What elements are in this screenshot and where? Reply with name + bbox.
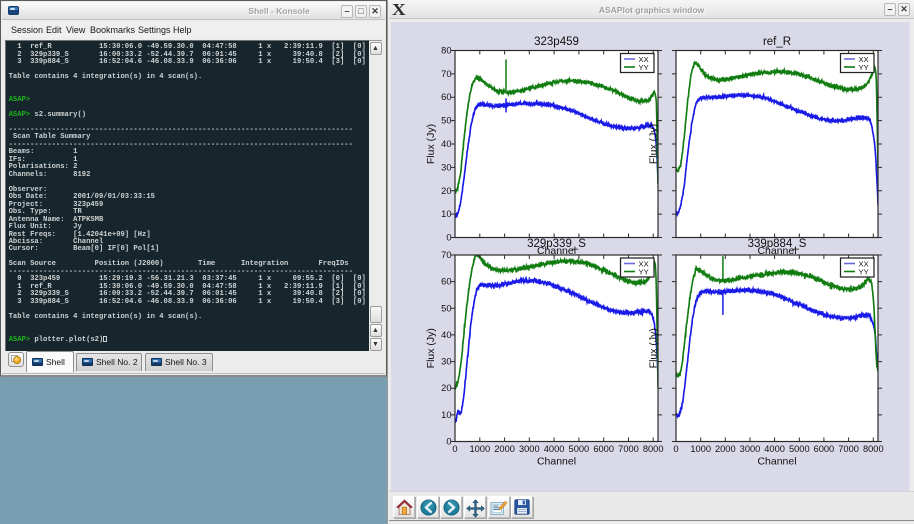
svg-text:60: 60: [441, 277, 451, 287]
svg-text:4000: 4000: [764, 444, 785, 454]
svg-text:50: 50: [441, 303, 451, 313]
svg-text:40: 40: [441, 330, 451, 340]
svg-text:0: 0: [446, 437, 451, 447]
svg-text:2000: 2000: [494, 444, 515, 454]
svg-text:0: 0: [673, 444, 678, 454]
svg-text:5000: 5000: [789, 444, 810, 454]
svg-text:YY: YY: [859, 267, 869, 276]
svg-text:2000: 2000: [715, 444, 736, 454]
svg-text:7000: 7000: [838, 444, 859, 454]
svg-text:YY: YY: [639, 63, 649, 72]
svg-text:Flux (Jy): Flux (Jy): [425, 328, 437, 368]
svg-text:60: 60: [441, 92, 451, 102]
svg-text:ref_R: ref_R: [763, 36, 791, 48]
svg-text:1000: 1000: [690, 444, 711, 454]
svg-text:0: 0: [452, 444, 457, 454]
svg-text:70: 70: [441, 69, 451, 79]
svg-text:4000: 4000: [544, 444, 565, 454]
svg-text:1000: 1000: [469, 444, 490, 454]
svg-text:5000: 5000: [569, 444, 590, 454]
svg-text:30: 30: [441, 162, 451, 172]
svg-text:10: 10: [441, 410, 451, 420]
svg-text:Channel: Channel: [537, 456, 576, 468]
svg-text:0: 0: [446, 233, 451, 243]
svg-text:3000: 3000: [519, 444, 540, 454]
svg-text:339p884_S: 339p884_S: [748, 238, 807, 250]
svg-text:20: 20: [441, 383, 451, 393]
svg-text:7000: 7000: [618, 444, 639, 454]
svg-text:329p339_S: 329p339_S: [527, 238, 586, 250]
svg-text:6000: 6000: [814, 444, 835, 454]
svg-text:6000: 6000: [593, 444, 614, 454]
svg-text:10: 10: [441, 209, 451, 219]
svg-text:3000: 3000: [740, 444, 761, 454]
svg-text:Channel: Channel: [757, 456, 796, 468]
svg-text:323p459: 323p459: [534, 36, 579, 48]
svg-text:Flux (Jy): Flux (Jy): [425, 124, 437, 164]
svg-text:20: 20: [441, 186, 451, 196]
svg-text:8000: 8000: [863, 444, 884, 454]
svg-text:Flux (Jy): Flux (Jy): [648, 328, 660, 368]
svg-text:YY: YY: [639, 267, 649, 276]
svg-text:50: 50: [441, 116, 451, 126]
svg-text:Flux (Jy): Flux (Jy): [648, 124, 660, 164]
svg-text:40: 40: [441, 139, 451, 149]
svg-text:8000: 8000: [643, 444, 664, 454]
svg-text:70: 70: [441, 250, 451, 260]
svg-text:30: 30: [441, 357, 451, 367]
svg-text:80: 80: [441, 46, 451, 56]
svg-text:YY: YY: [859, 63, 869, 72]
